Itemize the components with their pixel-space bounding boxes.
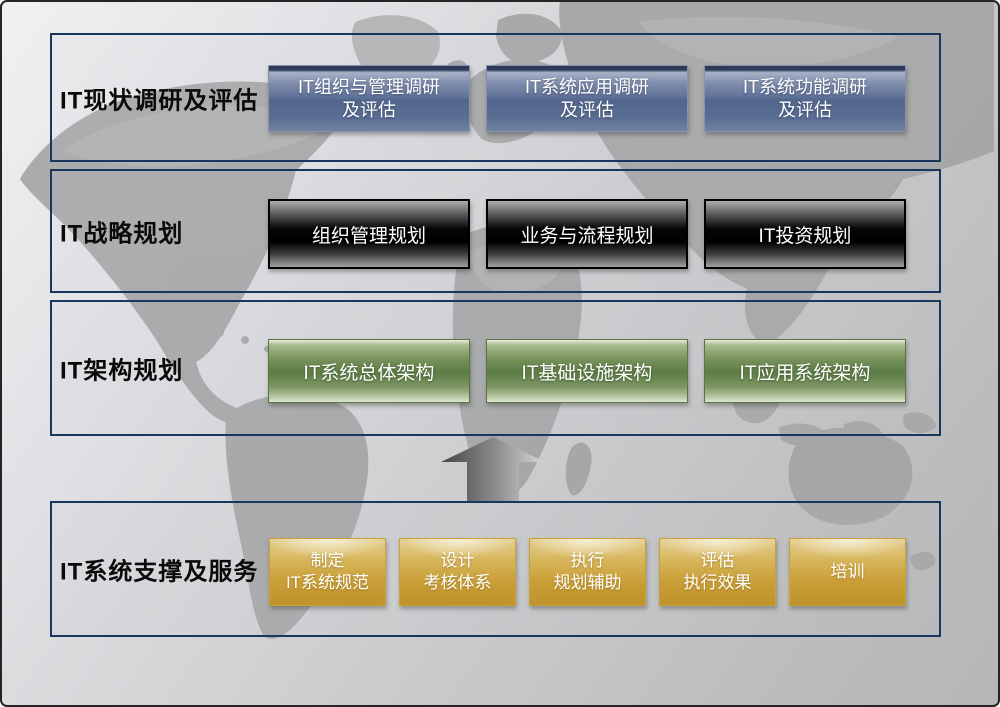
box-label-line: 及评估 xyxy=(560,99,614,122)
box-label-line: IT基础设施架构 xyxy=(522,358,653,385)
box-row: 制定 IT系统规范 设计 考核体系 执行 规划辅助 评估 执行效果 培训 xyxy=(269,538,906,606)
box-it-investment-planning: IT投资规划 xyxy=(704,199,906,269)
box-label-line: IT组织与管理调研 xyxy=(298,76,440,99)
box-label-line: 设计 xyxy=(441,550,475,572)
box-execution-planning-support: 执行 规划辅助 xyxy=(529,538,646,606)
row-label: IT系统支撑及服务 xyxy=(60,552,258,587)
box-it-system-app-survey: IT系统应用调研 及评估 xyxy=(486,65,688,132)
it-planning-framework-slide: IT现状调研及评估 IT组织与管理调研 及评估 IT系统应用调研 及评估 IT系… xyxy=(0,0,1000,707)
band-it-strategy-planning: IT战略规划 组织管理规划 业务与流程规划 IT投资规划 xyxy=(50,169,941,293)
box-it-system-func-survey: IT系统功能调研 及评估 xyxy=(704,65,906,132)
box-evaluate-execution-results: 评估 执行效果 xyxy=(659,538,776,606)
row-label: IT架构规划 xyxy=(60,351,183,386)
box-business-process-planning: 业务与流程规划 xyxy=(486,199,688,269)
box-label-line: 组织管理规划 xyxy=(312,221,426,248)
box-it-infrastructure-architecture: IT基础设施架构 xyxy=(486,339,688,403)
box-label-line: 执行 xyxy=(571,550,605,572)
band-it-architecture-planning: IT架构规划 IT系统总体架构 IT基础设施架构 IT应用系统架构 xyxy=(50,300,941,436)
box-label-line: IT系统应用调研 xyxy=(525,76,649,99)
box-label-line: IT系统功能调研 xyxy=(743,76,867,99)
box-label-line: 规划辅助 xyxy=(554,572,622,594)
box-row: IT系统总体架构 IT基础设施架构 IT应用系统架构 xyxy=(268,339,906,403)
box-label-line: 及评估 xyxy=(342,99,396,122)
box-it-org-mgmt-survey: IT组织与管理调研 及评估 xyxy=(268,65,470,132)
box-label-line: 培训 xyxy=(831,561,865,583)
band-it-current-state-assessment: IT现状调研及评估 IT组织与管理调研 及评估 IT系统应用调研 及评估 IT系… xyxy=(50,33,941,162)
row-label: IT战略规划 xyxy=(60,214,183,249)
up-arrow-icon xyxy=(441,437,545,501)
box-label-line: 考核体系 xyxy=(424,572,492,594)
island-madagascar xyxy=(566,443,592,496)
box-label-line: IT系统规范 xyxy=(286,572,369,594)
box-label-line: 评估 xyxy=(701,550,735,572)
box-label-line: 业务与流程规划 xyxy=(520,221,653,248)
row-label: IT现状调研及评估 xyxy=(60,80,258,115)
box-label-line: 及评估 xyxy=(778,99,832,122)
box-design-assessment-system: 设计 考核体系 xyxy=(399,538,516,606)
box-it-app-system-architecture: IT应用系统架构 xyxy=(704,339,906,403)
box-label-line: IT投资规划 xyxy=(759,221,852,248)
box-org-mgmt-planning: 组织管理规划 xyxy=(268,199,470,269)
box-label-line: IT应用系统架构 xyxy=(740,358,871,385)
box-training: 培训 xyxy=(789,538,906,606)
box-row: IT组织与管理调研 及评估 IT系统应用调研 及评估 IT系统功能调研 及评估 xyxy=(268,65,906,132)
box-row: 组织管理规划 业务与流程规划 IT投资规划 xyxy=(268,199,906,269)
box-label-line: IT系统总体架构 xyxy=(304,358,435,385)
band-it-support-services: IT系统支撑及服务 制定 IT系统规范 设计 考核体系 执行 规划辅助 评估 执… xyxy=(50,501,941,637)
box-it-overall-architecture: IT系统总体架构 xyxy=(268,339,470,403)
box-label-line: 制定 xyxy=(311,550,345,572)
box-label-line: 执行效果 xyxy=(684,572,752,594)
box-define-it-standards: 制定 IT系统规范 xyxy=(269,538,386,606)
